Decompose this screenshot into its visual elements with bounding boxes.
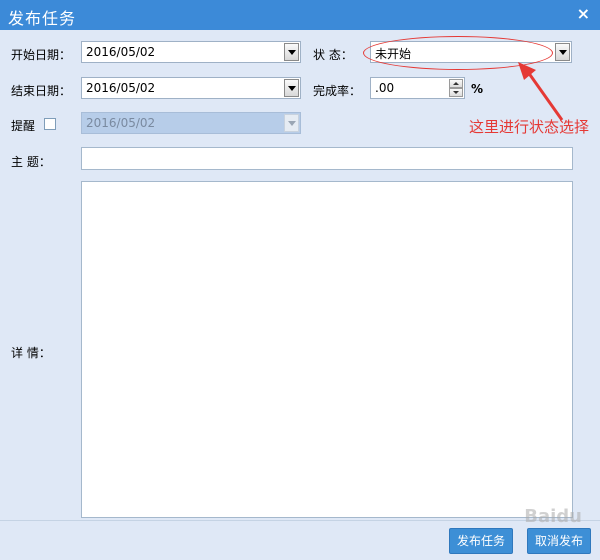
spinner-up-icon[interactable] [449, 79, 463, 88]
remind-date-value: 2016/05/02 [86, 116, 156, 130]
status-label: 状 态： [313, 48, 353, 62]
subject-label: 主 题： [11, 155, 51, 169]
window-titlebar: 发布任务 × [0, 0, 600, 30]
close-icon[interactable]: × [577, 4, 590, 23]
remind-checkbox[interactable] [44, 118, 56, 130]
end-date-value: 2016/05/02 [86, 81, 156, 95]
completion-unit: % [471, 82, 484, 96]
annotation-text: 这里进行状态选择 [469, 118, 590, 136]
baidu-watermark-icon: Baidu [524, 506, 582, 527]
status-dropdown-icon[interactable] [555, 43, 570, 61]
end-date-dropdown-icon[interactable] [284, 79, 299, 97]
end-date-picker[interactable]: 2016/05/02 [81, 77, 301, 99]
cancel-button[interactable]: 取消发布 [527, 528, 591, 554]
start-date-picker[interactable]: 2016/05/02 [81, 41, 301, 63]
end-date-label: 结束日期： [11, 84, 72, 98]
details-textarea[interactable] [81, 181, 573, 518]
completion-spinner[interactable]: .00 [370, 77, 465, 99]
remind-date-picker: 2016/05/02 [81, 112, 301, 134]
start-date-label: 开始日期： [11, 48, 72, 62]
window-title: 发布任务 [8, 9, 77, 28]
completion-value: .00 [375, 81, 395, 95]
spinner-down-icon[interactable] [449, 88, 463, 97]
start-date-value: 2016/05/02 [86, 45, 156, 59]
start-date-dropdown-icon[interactable] [284, 43, 299, 61]
publish-button[interactable]: 发布任务 [449, 528, 513, 554]
remind-date-dropdown-icon [284, 114, 299, 132]
subject-input[interactable] [81, 147, 573, 170]
completion-label: 完成率： [313, 84, 362, 98]
footer-divider [0, 520, 600, 521]
details-label: 详 情： [11, 346, 51, 360]
remind-label: 提醒 [11, 119, 36, 133]
